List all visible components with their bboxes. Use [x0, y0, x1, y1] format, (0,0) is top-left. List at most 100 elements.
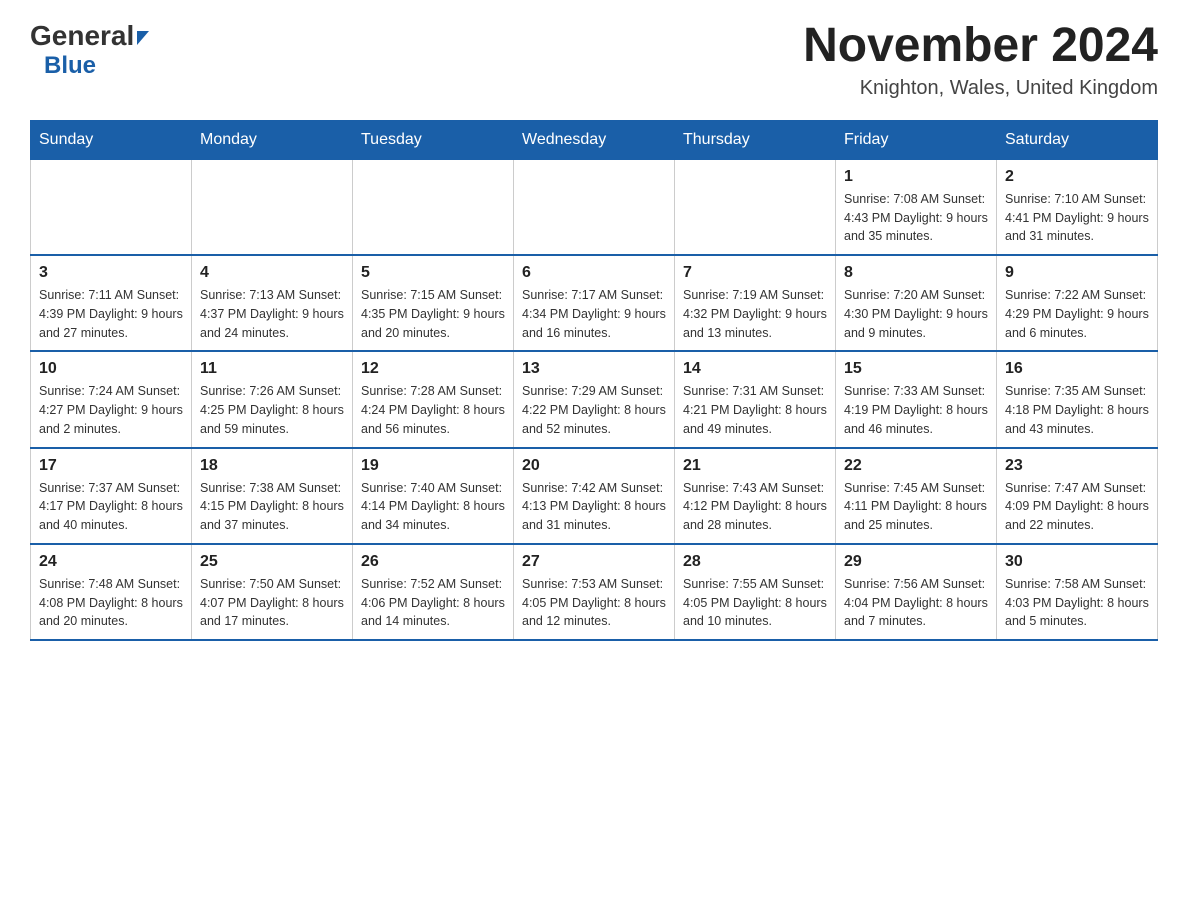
day-info: Sunrise: 7:43 AM Sunset: 4:12 PM Dayligh…	[683, 479, 827, 535]
calendar-cell: 5 Sunrise: 7:15 AM Sunset: 4:35 PM Daylig…	[353, 255, 514, 351]
calendar-cell: 9Sunrise: 7:22 AM Sunset: 4:29 PM Daylig…	[997, 255, 1158, 351]
logo-blue-text: Blue	[44, 52, 96, 79]
day-number: 24	[39, 553, 183, 571]
day-info: Sunrise: 7:55 AM Sunset: 4:05 PM Dayligh…	[683, 575, 827, 631]
calendar-table: SundayMondayTuesdayWednesdayThursdayFrid…	[30, 120, 1158, 641]
day-number: 11	[200, 360, 344, 378]
day-info: Sunrise: 7:11 AM Sunset: 4:39 PM Dayligh…	[39, 286, 183, 342]
day-header-friday: Friday	[836, 120, 997, 159]
day-number: 17	[39, 457, 183, 475]
calendar-cell	[192, 159, 353, 255]
day-info: Sunrise: 7:52 AM Sunset: 4:06 PM Dayligh…	[361, 575, 505, 631]
calendar-cell: 16Sunrise: 7:35 AM Sunset: 4:18 PM Dayli…	[997, 351, 1158, 447]
day-header-saturday: Saturday	[997, 120, 1158, 159]
day-info: Sunrise: 7:56 AM Sunset: 4:04 PM Dayligh…	[844, 575, 988, 631]
calendar-cell: 24 Sunrise: 7:48 AM Sunset: 4:08 PM Dayli…	[31, 544, 192, 640]
day-number: 20	[522, 457, 666, 475]
day-number: 3	[39, 264, 183, 282]
calendar-cell: 4Sunrise: 7:13 AM Sunset: 4:37 PM Daylig…	[192, 255, 353, 351]
day-info: Sunrise: 7:47 AM Sunset: 4:09 PM Dayligh…	[1005, 479, 1149, 535]
calendar-cell: 14Sunrise: 7:31 AM Sunset: 4:21 PM Dayli…	[675, 351, 836, 447]
day-info: Sunrise: 7:35 AM Sunset: 4:18 PM Dayligh…	[1005, 382, 1149, 438]
calendar-cell: 6 Sunrise: 7:17 AM Sunset: 4:34 PM Daylig…	[514, 255, 675, 351]
day-info: Sunrise: 7:40 AM Sunset: 4:14 PM Dayligh…	[361, 479, 505, 535]
calendar-cell	[353, 159, 514, 255]
calendar-cell	[31, 159, 192, 255]
calendar-cell: 23 Sunrise: 7:47 AM Sunset: 4:09 PM Dayli…	[997, 448, 1158, 544]
day-number: 25	[200, 553, 344, 571]
day-header-sunday: Sunday	[31, 120, 192, 159]
day-number: 22	[844, 457, 988, 475]
logo-general-text: General	[30, 20, 134, 52]
day-number: 5	[361, 264, 505, 282]
day-info: Sunrise: 7:31 AM Sunset: 4:21 PM Dayligh…	[683, 382, 827, 438]
day-info: Sunrise: 7:50 AM Sunset: 4:07 PM Dayligh…	[200, 575, 344, 631]
day-header-wednesday: Wednesday	[514, 120, 675, 159]
calendar-cell: 19 Sunrise: 7:40 AM Sunset: 4:14 PM Dayli…	[353, 448, 514, 544]
day-info: Sunrise: 7:42 AM Sunset: 4:13 PM Dayligh…	[522, 479, 666, 535]
calendar-cell: 26 Sunrise: 7:52 AM Sunset: 4:06 PM Dayli…	[353, 544, 514, 640]
day-number: 12	[361, 360, 505, 378]
week-row-2: 3 Sunrise: 7:11 AM Sunset: 4:39 PM Daylig…	[31, 255, 1158, 351]
calendar-cell: 18 Sunrise: 7:38 AM Sunset: 4:15 PM Dayli…	[192, 448, 353, 544]
day-info: Sunrise: 7:26 AM Sunset: 4:25 PM Dayligh…	[200, 382, 344, 438]
calendar-cell: 22 Sunrise: 7:45 AM Sunset: 4:11 PM Dayli…	[836, 448, 997, 544]
day-number: 4	[200, 264, 344, 282]
day-number: 30	[1005, 553, 1149, 571]
week-row-1: 1Sunrise: 7:08 AM Sunset: 4:43 PM Daylig…	[31, 159, 1158, 255]
page-header: General Blue November 2024 Knighton, Wal…	[30, 20, 1158, 100]
day-info: Sunrise: 7:22 AM Sunset: 4:29 PM Dayligh…	[1005, 286, 1149, 342]
week-row-3: 10 Sunrise: 7:24 AM Sunset: 4:27 PM Dayli…	[31, 351, 1158, 447]
calendar-cell: 10 Sunrise: 7:24 AM Sunset: 4:27 PM Dayli…	[31, 351, 192, 447]
week-row-4: 17Sunrise: 7:37 AM Sunset: 4:17 PM Dayli…	[31, 448, 1158, 544]
calendar-cell: 15 Sunrise: 7:33 AM Sunset: 4:19 PM Dayli…	[836, 351, 997, 447]
calendar-cell	[514, 159, 675, 255]
day-info: Sunrise: 7:28 AM Sunset: 4:24 PM Dayligh…	[361, 382, 505, 438]
day-number: 15	[844, 360, 988, 378]
day-info: Sunrise: 7:20 AM Sunset: 4:30 PM Dayligh…	[844, 286, 988, 342]
day-number: 6	[522, 264, 666, 282]
day-info: Sunrise: 7:58 AM Sunset: 4:03 PM Dayligh…	[1005, 575, 1149, 631]
day-number: 7	[683, 264, 827, 282]
title-block: November 2024 Knighton, Wales, United Ki…	[803, 20, 1158, 100]
day-number: 8	[844, 264, 988, 282]
day-header-monday: Monday	[192, 120, 353, 159]
day-number: 27	[522, 553, 666, 571]
logo: General Blue	[30, 20, 149, 80]
day-number: 19	[361, 457, 505, 475]
day-info: Sunrise: 7:15 AM Sunset: 4:35 PM Dayligh…	[361, 286, 505, 342]
day-info: Sunrise: 7:29 AM Sunset: 4:22 PM Dayligh…	[522, 382, 666, 438]
location-text: Knighton, Wales, United Kingdom	[803, 77, 1158, 100]
day-number: 29	[844, 553, 988, 571]
calendar-cell: 2 Sunrise: 7:10 AM Sunset: 4:41 PM Daylig…	[997, 159, 1158, 255]
day-number: 23	[1005, 457, 1149, 475]
calendar-cell: 30 Sunrise: 7:58 AM Sunset: 4:03 PM Dayli…	[997, 544, 1158, 640]
day-number: 26	[361, 553, 505, 571]
day-number: 10	[39, 360, 183, 378]
calendar-cell: 20 Sunrise: 7:42 AM Sunset: 4:13 PM Dayli…	[514, 448, 675, 544]
day-info: Sunrise: 7:10 AM Sunset: 4:41 PM Dayligh…	[1005, 190, 1149, 246]
calendar-cell: 17Sunrise: 7:37 AM Sunset: 4:17 PM Dayli…	[31, 448, 192, 544]
day-number: 13	[522, 360, 666, 378]
month-title: November 2024	[803, 20, 1158, 73]
day-info: Sunrise: 7:24 AM Sunset: 4:27 PM Dayligh…	[39, 382, 183, 438]
day-header-thursday: Thursday	[675, 120, 836, 159]
calendar-cell: 8 Sunrise: 7:20 AM Sunset: 4:30 PM Daylig…	[836, 255, 997, 351]
day-info: Sunrise: 7:48 AM Sunset: 4:08 PM Dayligh…	[39, 575, 183, 631]
day-number: 28	[683, 553, 827, 571]
day-info: Sunrise: 7:45 AM Sunset: 4:11 PM Dayligh…	[844, 479, 988, 535]
day-info: Sunrise: 7:38 AM Sunset: 4:15 PM Dayligh…	[200, 479, 344, 535]
day-number: 2	[1005, 168, 1149, 186]
calendar-cell: 11 Sunrise: 7:26 AM Sunset: 4:25 PM Dayli…	[192, 351, 353, 447]
calendar-cell: 28 Sunrise: 7:55 AM Sunset: 4:05 PM Dayli…	[675, 544, 836, 640]
day-info: Sunrise: 7:53 AM Sunset: 4:05 PM Dayligh…	[522, 575, 666, 631]
day-info: Sunrise: 7:33 AM Sunset: 4:19 PM Dayligh…	[844, 382, 988, 438]
week-row-5: 24 Sunrise: 7:48 AM Sunset: 4:08 PM Dayli…	[31, 544, 1158, 640]
day-number: 1	[844, 168, 988, 186]
calendar-header-row: SundayMondayTuesdayWednesdayThursdayFrid…	[31, 120, 1158, 159]
day-number: 18	[200, 457, 344, 475]
day-number: 21	[683, 457, 827, 475]
day-info: Sunrise: 7:17 AM Sunset: 4:34 PM Dayligh…	[522, 286, 666, 342]
calendar-cell: 12 Sunrise: 7:28 AM Sunset: 4:24 PM Dayli…	[353, 351, 514, 447]
calendar-cell: 1Sunrise: 7:08 AM Sunset: 4:43 PM Daylig…	[836, 159, 997, 255]
